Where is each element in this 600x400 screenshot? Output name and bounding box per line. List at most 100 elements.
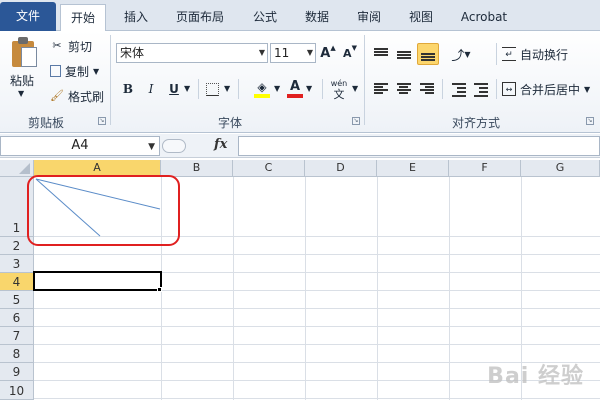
align-bottom-button[interactable] bbox=[417, 43, 439, 65]
formula-bar: A4 ▼ fx bbox=[0, 134, 600, 158]
ribbon-tab-bar: 文件 开始 插入 页面布局 公式 数据 审阅 视图 Acrobat bbox=[0, 0, 600, 32]
align-center-icon bbox=[396, 82, 412, 96]
wrap-text-button[interactable]: ↵ 自动换行 bbox=[502, 45, 568, 63]
font-name-select[interactable]: 宋体 ▼ bbox=[116, 43, 268, 63]
name-box-value: A4 bbox=[71, 138, 89, 153]
shrink-font-button[interactable]: A ▼ bbox=[342, 44, 358, 62]
copy-button[interactable]: 复制 ▼ bbox=[50, 62, 99, 80]
paste-dropdown-icon[interactable]: ▼ bbox=[18, 89, 24, 98]
font-color-dropdown-icon[interactable]: ▼ bbox=[306, 84, 312, 93]
merge-cells-icon: ↔ bbox=[502, 82, 516, 96]
row-header-5[interactable]: 5 bbox=[0, 291, 34, 309]
align-top-icon bbox=[373, 47, 389, 61]
align-right-button[interactable] bbox=[418, 80, 436, 98]
decrease-indent-button[interactable] bbox=[450, 80, 468, 98]
scissors-icon: ✂ bbox=[52, 39, 62, 52]
select-all-corner[interactable] bbox=[0, 160, 34, 177]
font-size-select[interactable]: 11 ▼ bbox=[270, 43, 316, 63]
paintbrush-icon: 🖌 bbox=[50, 89, 64, 102]
align-bottom-icon bbox=[420, 47, 436, 61]
tab-insert[interactable]: 插入 bbox=[114, 4, 158, 31]
align-top-button[interactable] bbox=[372, 45, 390, 63]
watermark: Bai 经验 bbox=[487, 364, 584, 389]
column-header-g[interactable]: G bbox=[521, 160, 600, 177]
column-header-c[interactable]: C bbox=[233, 160, 305, 177]
orientation-button[interactable]: ⤴ ▼ bbox=[450, 45, 472, 64]
column-header-e[interactable]: E bbox=[377, 160, 449, 177]
row-header-9[interactable]: 9 bbox=[0, 363, 34, 381]
fill-handle[interactable] bbox=[157, 287, 162, 292]
red-annotation-box bbox=[27, 175, 180, 246]
font-color-label: A bbox=[289, 79, 301, 94]
increase-indent-icon bbox=[473, 82, 489, 97]
phonetic-guide-button[interactable]: wén 文 bbox=[328, 77, 350, 101]
clipboard-launcher-icon[interactable]: ↘ bbox=[98, 117, 106, 125]
grow-font-button[interactable]: A ▲ bbox=[320, 44, 336, 62]
row-header-10[interactable]: 10 bbox=[0, 381, 34, 400]
align-middle-button[interactable] bbox=[395, 45, 413, 63]
tab-review[interactable]: 审阅 bbox=[348, 4, 390, 31]
align-left-button[interactable] bbox=[372, 80, 390, 98]
phonetic-char: 文 bbox=[333, 88, 345, 101]
column-header-d[interactable]: D bbox=[305, 160, 377, 177]
tab-view[interactable]: 视图 bbox=[400, 4, 442, 31]
copy-dropdown-icon[interactable]: ▼ bbox=[93, 67, 99, 76]
text-orientation-icon: ⤴ bbox=[451, 48, 465, 64]
chevron-down-icon: ▼ bbox=[258, 48, 265, 57]
border-button[interactable] bbox=[204, 80, 220, 98]
phonetic-dropdown-icon[interactable]: ▼ bbox=[352, 84, 358, 93]
name-box[interactable]: A4 ▼ bbox=[0, 136, 160, 156]
fill-color-dropdown-icon[interactable]: ▼ bbox=[274, 84, 280, 93]
tab-file[interactable]: 文件 bbox=[0, 2, 56, 31]
increase-indent-button[interactable] bbox=[472, 80, 490, 98]
font-color-button[interactable]: A bbox=[286, 78, 304, 100]
font-size-value: 11 bbox=[274, 46, 290, 60]
font-launcher-icon[interactable]: ↘ bbox=[352, 117, 360, 125]
paste-label: 粘贴 bbox=[10, 74, 35, 88]
format-painter-button[interactable]: 🖌 格式刷 bbox=[50, 87, 104, 105]
align-right-icon bbox=[419, 82, 435, 96]
row-header-6[interactable]: 6 bbox=[0, 309, 34, 327]
grow-font-label: A bbox=[320, 45, 331, 61]
tab-formulas[interactable]: 公式 bbox=[244, 4, 286, 31]
row-header-7[interactable]: 7 bbox=[0, 327, 34, 345]
merge-center-label: 合并后居中 bbox=[520, 82, 581, 97]
align-middle-icon bbox=[396, 47, 412, 61]
shrink-font-label: A bbox=[343, 46, 352, 60]
active-cell-a4[interactable] bbox=[33, 271, 162, 291]
row-header-4[interactable]: 4 bbox=[0, 273, 34, 291]
tab-home[interactable]: 开始 bbox=[60, 4, 106, 32]
underline-button[interactable]: U bbox=[166, 80, 182, 98]
column-header-f[interactable]: F bbox=[449, 160, 521, 177]
merge-dropdown-icon[interactable]: ▼ bbox=[584, 85, 590, 94]
tab-acrobat[interactable]: Acrobat bbox=[452, 4, 516, 31]
formula-input[interactable] bbox=[238, 136, 600, 156]
wrap-text-label: 自动换行 bbox=[520, 47, 569, 62]
cut-button[interactable]: ✂ 剪切 bbox=[50, 37, 92, 55]
tab-data[interactable]: 数据 bbox=[296, 4, 338, 31]
alignment-group-label: 对齐方式 bbox=[452, 116, 501, 130]
row-header-3[interactable]: 3 bbox=[0, 255, 34, 273]
formula-bar-splitter[interactable] bbox=[162, 139, 186, 153]
paste-icon bbox=[12, 37, 38, 67]
chevron-down-icon: ▼ bbox=[306, 48, 313, 57]
copy-icon bbox=[50, 65, 61, 77]
row-header-8[interactable]: 8 bbox=[0, 345, 34, 363]
merge-center-button[interactable]: ↔ 合并后居中 ▼ bbox=[502, 80, 590, 98]
insert-function-icon[interactable]: fx bbox=[214, 137, 227, 152]
align-center-button[interactable] bbox=[395, 80, 413, 98]
worksheet-grid[interactable]: A B C D E F G 1 2 3 4 5 6 7 8 9 10 Bai 经… bbox=[0, 160, 600, 400]
decrease-indent-icon bbox=[451, 82, 467, 97]
paint-bucket-icon: ◈ bbox=[257, 80, 267, 94]
border-dropdown-icon[interactable]: ▼ bbox=[224, 84, 230, 93]
tab-page-layout[interactable]: 页面布局 bbox=[168, 4, 232, 31]
italic-button[interactable]: I bbox=[143, 80, 159, 98]
fill-color-button[interactable]: ◈ bbox=[252, 78, 272, 100]
clipboard-group-label: 剪贴板 bbox=[28, 116, 65, 130]
font-name-value: 宋体 bbox=[120, 46, 145, 60]
wrap-text-icon: ↵ bbox=[502, 47, 516, 61]
ribbon: 粘贴 ▼ ✂ 剪切 复制 ▼ 🖌 格式刷 剪贴板 ↘ 宋体 ▼ 11 ▼ A ▲ … bbox=[0, 31, 600, 133]
alignment-launcher-icon[interactable]: ↘ bbox=[586, 117, 594, 125]
underline-dropdown-icon[interactable]: ▼ bbox=[184, 84, 190, 93]
bold-button[interactable]: B bbox=[120, 80, 136, 98]
